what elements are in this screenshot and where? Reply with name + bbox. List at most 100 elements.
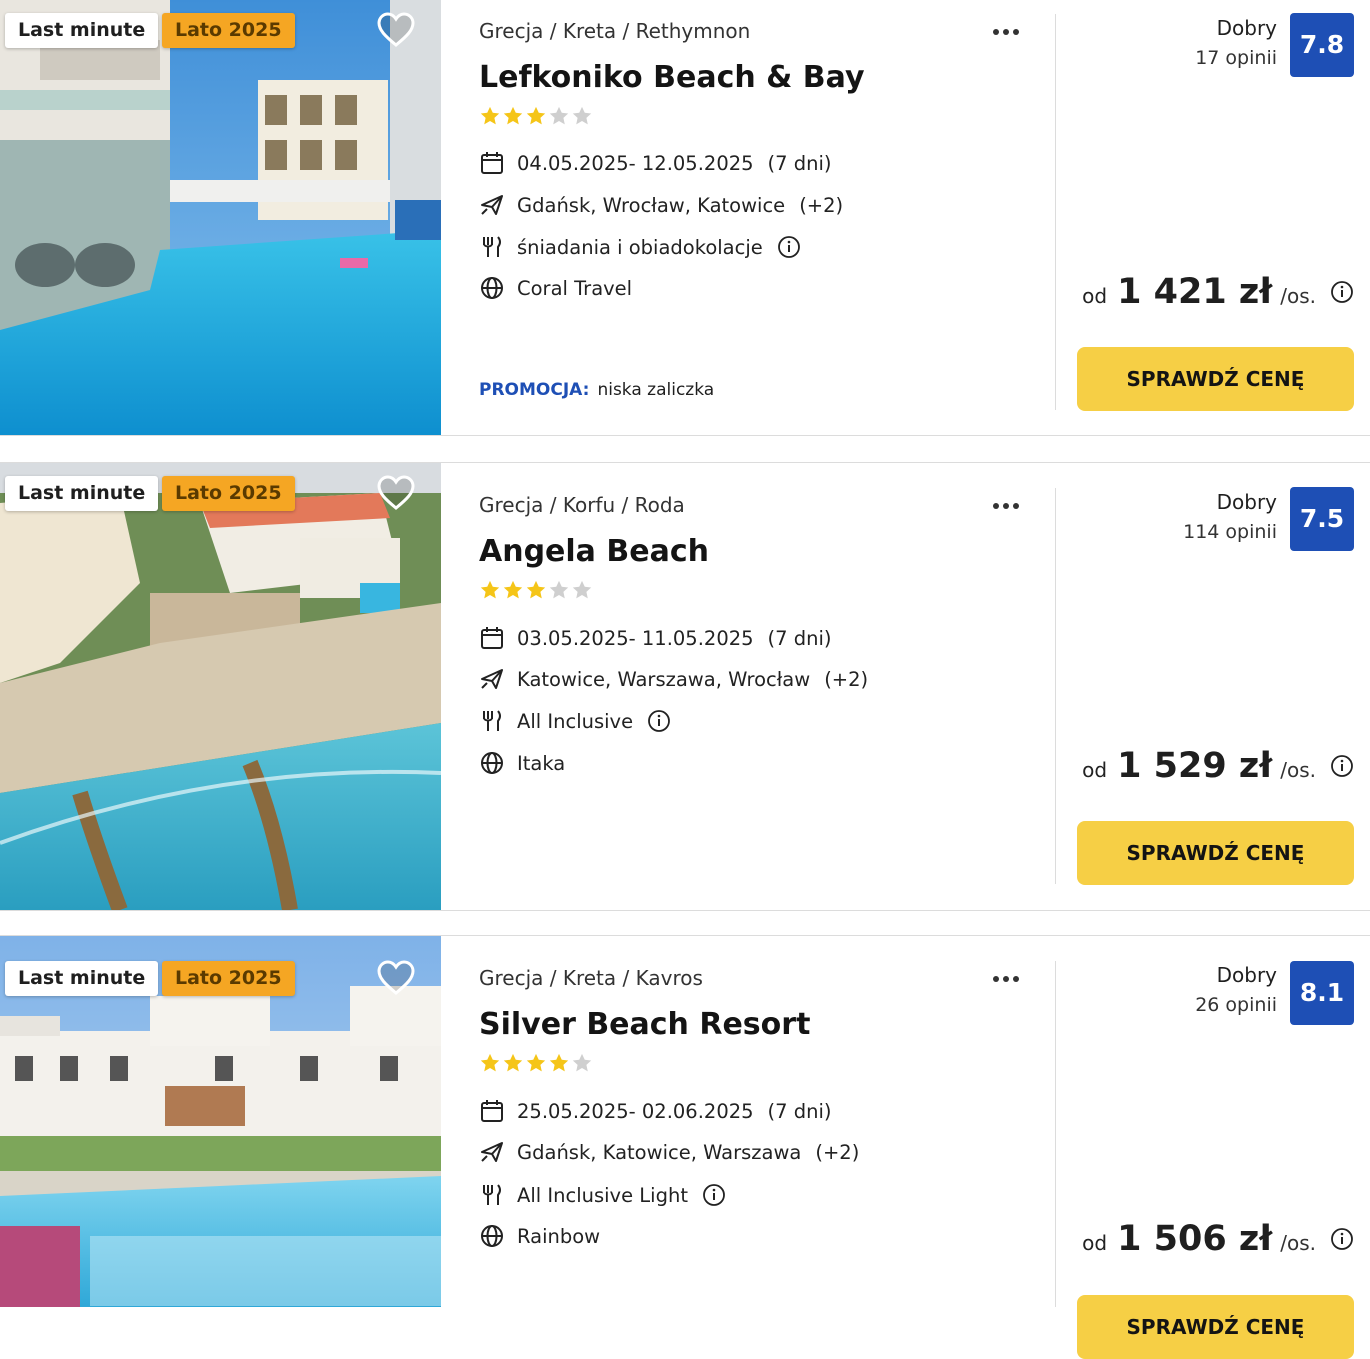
hotel-stars (479, 579, 594, 601)
star-icon (572, 1053, 592, 1072)
price-prefix: od (1082, 284, 1108, 308)
reviews-count[interactable]: 114 opinii (1183, 521, 1277, 543)
star-icon (572, 580, 592, 599)
departures-more[interactable]: (+2) (815, 1141, 859, 1164)
check-price-button[interactable]: SPRAWDŹ CENĘ (1077, 347, 1354, 411)
globe-icon (479, 750, 505, 776)
season-badge: Lato 2025 (162, 476, 295, 511)
duration-text: (7 dni) (767, 151, 832, 175)
column-divider (1055, 14, 1056, 410)
plane-icon (479, 192, 505, 218)
heart-icon[interactable] (377, 960, 415, 996)
plane-icon (479, 1139, 505, 1165)
price-suffix: /os. (1280, 284, 1316, 308)
star-icon (480, 580, 500, 599)
star-icon (549, 106, 569, 125)
operator-row: Coral Travel (479, 274, 632, 302)
price-prefix: od (1082, 1231, 1108, 1255)
promo-text: niska zaliczka (597, 380, 715, 400)
column-divider (1055, 961, 1056, 1307)
operator-text: Rainbow (517, 1224, 601, 1248)
price-prefix: od (1082, 758, 1108, 782)
price-block: od 1 529 zł /os. (1082, 746, 1354, 786)
price-block: od 1 421 zł /os. (1082, 272, 1354, 312)
hotel-name[interactable]: Angela Beach (479, 534, 709, 569)
globe-icon (479, 1223, 505, 1249)
season-badge: Lato 2025 (162, 13, 295, 48)
promo-label: PROMOCJA: (479, 380, 590, 400)
location-breadcrumb[interactable]: Grecja / Kreta / Rethymnon (479, 19, 750, 43)
info-icon[interactable] (702, 1183, 726, 1207)
hotel-photo[interactable] (0, 463, 441, 910)
price-amount: 1 506 zł (1117, 1219, 1273, 1259)
board-text: All Inclusive Light (517, 1183, 688, 1207)
departures-more[interactable]: (+2) (824, 668, 868, 691)
location-breadcrumb[interactable]: Grecja / Korfu / Roda (479, 493, 685, 517)
info-icon[interactable] (1330, 280, 1354, 304)
heart-icon[interactable] (377, 12, 415, 48)
hotel-name[interactable]: Lefkoniko Beach & Bay (479, 60, 865, 95)
last-minute-badge: Last minute (5, 476, 159, 511)
offer-card[interactable]: Last minute Lato 2025 Grecja / Kreta / K… (0, 935, 1370, 1359)
cutlery-icon (479, 1182, 505, 1208)
price-block: od 1 506 zł /os. (1082, 1219, 1354, 1259)
operator-row: Rainbow (479, 1222, 600, 1250)
star-icon (480, 1053, 500, 1072)
location-breadcrumb[interactable]: Grecja / Kreta / Kavros (479, 966, 703, 990)
info-icon[interactable] (1330, 1227, 1354, 1251)
cutlery-icon (479, 708, 505, 734)
more-dots-icon[interactable] (993, 20, 1027, 44)
star-icon (572, 106, 592, 125)
board-row: All Inclusive Light (479, 1181, 726, 1209)
rating-score-badge: 7.5 (1290, 487, 1354, 551)
rating-word: Dobry (1216, 490, 1277, 514)
duration-text: (7 dni) (767, 626, 832, 650)
price-amount: 1 421 zł (1117, 272, 1273, 312)
rating-score-badge: 8.1 (1290, 961, 1354, 1025)
more-dots-icon[interactable] (993, 967, 1027, 991)
offer-details: Grecja / Kreta / Kavros Silver Beach Res… (479, 936, 1039, 1307)
info-icon[interactable] (1330, 754, 1354, 778)
offer-details: Grecja / Kreta / Rethymnon Lefkoniko Bea… (479, 0, 1039, 435)
star-icon (503, 580, 523, 599)
price-suffix: /os. (1280, 1231, 1316, 1255)
offer-card[interactable]: Last minute Lato 2025 Grecja / Korfu / R… (0, 462, 1370, 911)
heart-icon[interactable] (377, 475, 415, 511)
reviews-count[interactable]: 26 opinii (1195, 994, 1277, 1016)
operator-text: Itaka (517, 751, 566, 775)
info-icon[interactable] (777, 235, 801, 259)
calendar-icon (479, 150, 505, 176)
departures-row: Gdańsk, Wrocław, Katowice (+2) (479, 191, 843, 219)
star-icon (503, 106, 523, 125)
departures-text: Gdańsk, Wrocław, Katowice (517, 193, 786, 217)
departures-text: Katowice, Warszawa, Wrocław (517, 667, 811, 691)
calendar-icon (479, 625, 505, 651)
globe-icon (479, 275, 505, 301)
plane-icon (479, 666, 505, 692)
board-text: śniadania i obiadokolacje (517, 235, 763, 259)
operator-row: Itaka (479, 749, 565, 777)
info-icon[interactable] (647, 709, 671, 733)
check-price-button[interactable]: SPRAWDŹ CENĘ (1077, 1295, 1354, 1359)
departures-text: Gdańsk, Katowice, Warszawa (517, 1140, 802, 1164)
departures-row: Gdańsk, Katowice, Warszawa (+2) (479, 1138, 859, 1166)
hotel-stars (479, 1052, 594, 1074)
reviews-count[interactable]: 17 opinii (1195, 47, 1277, 69)
dates-row: 25.05.2025- 02.06.2025 (7 dni) (479, 1097, 832, 1125)
calendar-icon (479, 1098, 505, 1124)
departures-more[interactable]: (+2) (799, 194, 843, 217)
hotel-photo[interactable] (0, 0, 441, 435)
price-amount: 1 529 zł (1117, 746, 1273, 786)
hotel-name[interactable]: Silver Beach Resort (479, 1007, 810, 1042)
dates-text: 03.05.2025- 11.05.2025 (517, 626, 754, 650)
star-icon (549, 580, 569, 599)
rating-score-badge: 7.8 (1290, 13, 1354, 77)
board-row: śniadania i obiadokolacje (479, 233, 801, 261)
season-badge: Lato 2025 (162, 961, 295, 996)
check-price-button[interactable]: SPRAWDŹ CENĘ (1077, 821, 1354, 885)
duration-text: (7 dni) (767, 1099, 832, 1123)
offer-card[interactable]: Last minute Lato 2025 Grecja / Kreta / R… (0, 0, 1370, 436)
dates-row: 04.05.2025- 12.05.2025 (7 dni) (479, 149, 832, 177)
more-dots-icon[interactable] (993, 494, 1027, 518)
rating-word: Dobry (1216, 963, 1277, 987)
